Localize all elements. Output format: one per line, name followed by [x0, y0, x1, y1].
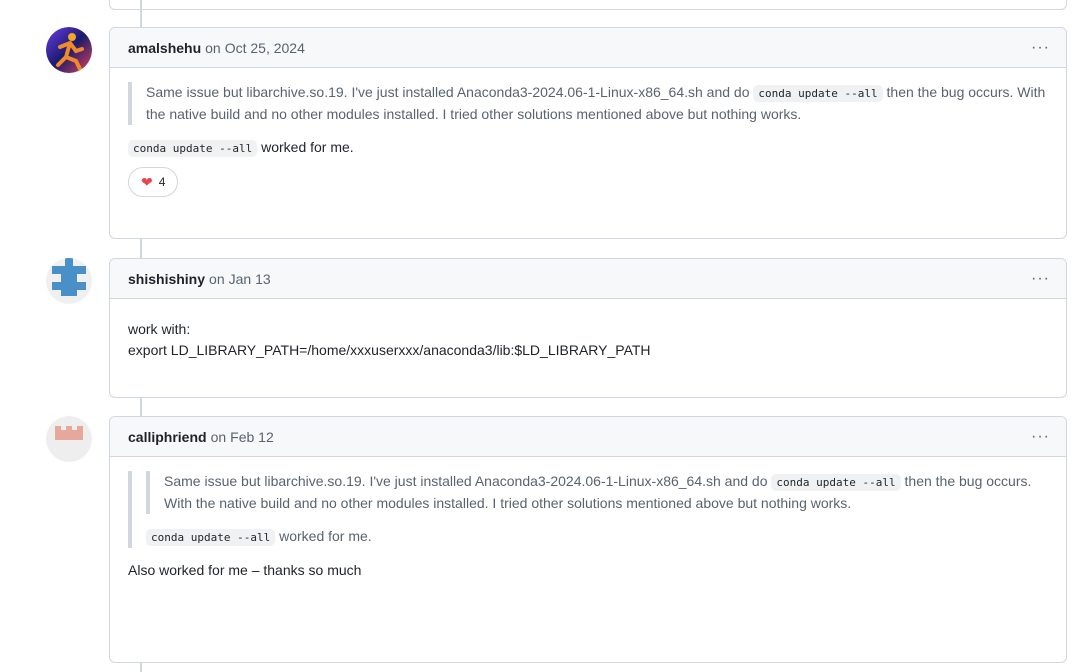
avatar[interactable] [46, 27, 92, 73]
quote-text-span: worked for me. [279, 528, 372, 544]
inline-code: conda update --all [128, 140, 258, 157]
comment-card: shishishiny on Jan 13 ··· work with: exp… [109, 258, 1067, 398]
previous-comment [109, 0, 1067, 10]
comment-card: amalshehu on Oct 25, 2024 ··· Same issue… [109, 27, 1067, 239]
reaction-count: 4 [158, 174, 166, 189]
comment-date[interactable]: Jan 13 [229, 271, 271, 287]
quote-block: Same issue but libarchive.so.19. I've ju… [128, 471, 1048, 548]
on-label: on [210, 428, 227, 445]
comment-body: work with: export LD_LIBRARY_PATH=/home/… [110, 299, 1066, 373]
quote-text: conda update --all worked for me. [146, 526, 1048, 548]
quote-text: Same issue but libarchive.so.19. I've ju… [164, 473, 768, 489]
comment-date[interactable]: Oct 25, 2024 [225, 40, 305, 56]
inline-code: conda update --all [146, 529, 276, 546]
comment-header: amalshehu on Oct 25, 2024 ··· [110, 28, 1066, 68]
comment-header: calliphriend on Feb 12 ··· [110, 417, 1066, 457]
comment-body: Same issue but libarchive.so.19. I've ju… [110, 68, 1066, 209]
kebab-menu-icon[interactable]: ··· [1031, 428, 1050, 446]
comment-body: Same issue but libarchive.so.19. I've ju… [110, 457, 1066, 593]
heart-icon: ❤ [141, 173, 153, 190]
author-link[interactable]: calliphriend [128, 429, 207, 445]
comment-date[interactable]: Feb 12 [230, 429, 274, 445]
on-label: on [209, 270, 225, 287]
avatar[interactable] [46, 416, 92, 462]
inline-code: conda update --all [753, 85, 883, 102]
author-link[interactable]: shishishiny [128, 271, 205, 287]
nested-quote-block: Same issue but libarchive.so.19. I've ju… [146, 471, 1048, 514]
author-link[interactable]: amalshehu [128, 40, 201, 56]
timeline-line [140, 397, 142, 418]
comment-header: shishishiny on Jan 13 ··· [110, 259, 1066, 299]
comment-text: work with: [128, 321, 191, 337]
on-label: on [205, 39, 221, 56]
kebab-menu-icon[interactable]: ··· [1031, 270, 1050, 288]
comment-text: conda update --all worked for me. [128, 137, 1048, 159]
comment-text: export LD_LIBRARY_PATH=/home/xxxuserxxx/… [128, 342, 651, 358]
kebab-menu-icon[interactable]: ··· [1031, 39, 1050, 57]
reaction-button[interactable]: ❤ 4 [128, 167, 179, 197]
timeline-line [140, 662, 142, 672]
comment-text: Also worked for me – thanks so much [128, 562, 362, 578]
timeline-line [140, 238, 142, 260]
quote-text: Same issue but libarchive.so.19. I've ju… [146, 84, 750, 100]
comment-card: calliphriend on Feb 12 ··· Same issue bu… [109, 416, 1067, 663]
quote-block: Same issue but libarchive.so.19. I've ju… [128, 82, 1048, 125]
comment-text-span: worked for me. [261, 139, 354, 155]
inline-code: conda update --all [771, 474, 901, 491]
avatar[interactable] [46, 258, 92, 304]
